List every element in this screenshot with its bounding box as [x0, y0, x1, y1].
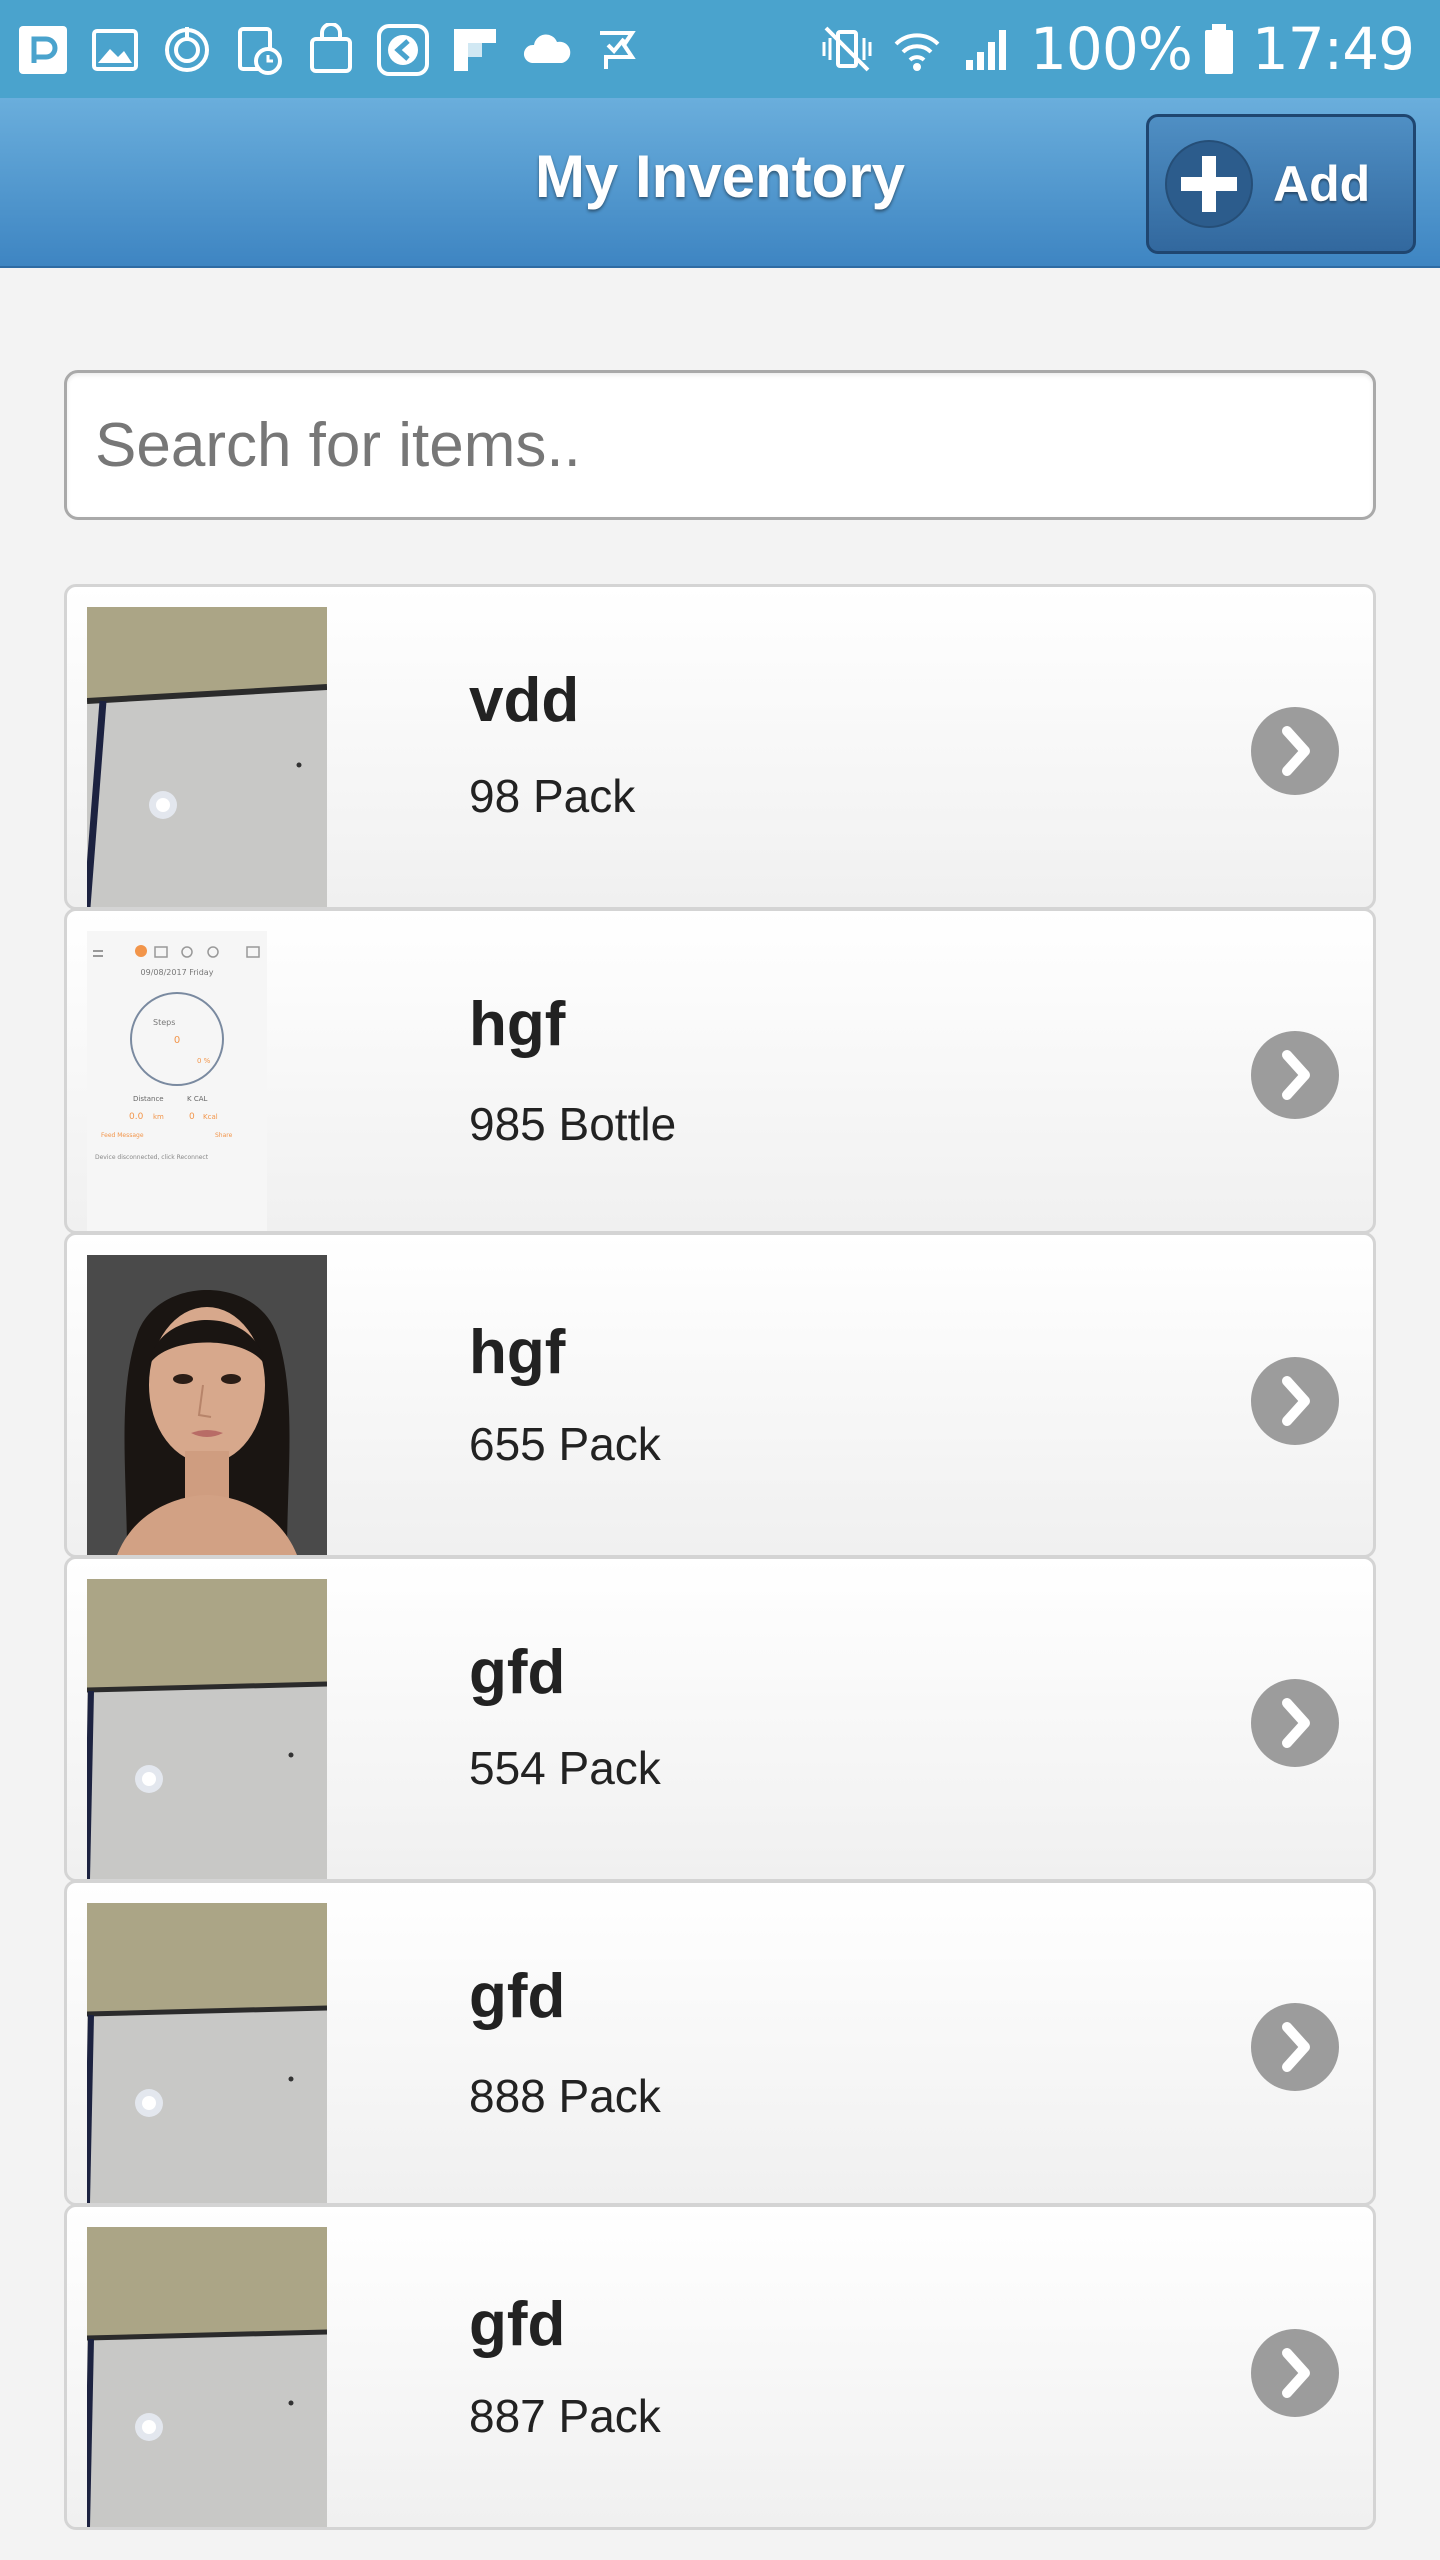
thumb-disconnect-text: Device disconnected, click Reconnect	[95, 1154, 209, 1161]
check-flag-icon	[592, 23, 646, 77]
list-item[interactable]: vdd 98 Pack	[64, 584, 1376, 910]
list-item[interactable]: gfd 554 Pack	[64, 1556, 1376, 1882]
list-item[interactable]: 09/08/2017 Friday Steps 0 0 % Distance K…	[64, 908, 1376, 1234]
item-name: gfd	[469, 1638, 566, 1707]
item-thumbnail: 09/08/2017 Friday Steps 0 0 % Distance K…	[87, 931, 267, 1231]
thumb-kcal-label: K CAL	[187, 1095, 207, 1103]
item-name: hgf	[469, 990, 566, 1059]
chevron-right-icon[interactable]	[1251, 2003, 1339, 2091]
item-quantity: 554 Pack	[469, 1742, 661, 1794]
chevron-right-icon[interactable]	[1251, 2329, 1339, 2417]
notification-icons	[16, 18, 664, 82]
back-arrow-app-icon	[376, 23, 430, 77]
signal-icon	[960, 22, 1014, 76]
p-app-icon	[16, 23, 70, 77]
item-thumbnail	[87, 607, 327, 907]
thumb-percent: 0 %	[197, 1057, 211, 1065]
plus-icon	[1165, 140, 1253, 228]
vibrate-mute-icon	[820, 22, 874, 76]
status-bar: 100% 17:49	[0, 0, 1440, 98]
add-button[interactable]: Add	[1146, 114, 1416, 254]
item-name: vdd	[469, 666, 580, 735]
image-icon	[88, 23, 142, 77]
thumb-date: 09/08/2017 Friday	[141, 968, 214, 977]
shopping-bag-icon	[304, 23, 358, 77]
cloud-icon	[520, 23, 574, 77]
flipboard-icon	[448, 23, 502, 77]
sync-icon	[160, 23, 214, 77]
clock: 17:49	[1251, 15, 1415, 83]
chevron-right-icon[interactable]	[1251, 1031, 1339, 1119]
item-quantity: 98 Pack	[469, 770, 636, 822]
add-button-label: Add	[1273, 156, 1371, 212]
item-quantity: 655 Pack	[469, 1418, 661, 1470]
system-status: 100% 17:49	[820, 14, 1415, 84]
thumb-distance-unit: km	[153, 1113, 164, 1121]
item-thumbnail	[87, 1903, 327, 2203]
battery-percentage: 100%	[1030, 15, 1193, 83]
thumb-steps-label: Steps	[153, 1018, 175, 1027]
item-quantity: 985 Bottle	[469, 1098, 677, 1150]
app-header: My Inventory Add	[0, 98, 1440, 268]
list-item[interactable]: hgf 655 Pack	[64, 1232, 1376, 1558]
list-item[interactable]: gfd 888 Pack	[64, 1880, 1376, 2206]
thumb-steps-value: 0	[174, 1035, 180, 1046]
item-quantity: 887 Pack	[469, 2390, 661, 2442]
calendar-clock-icon	[232, 23, 286, 77]
inventory-list: vdd 98 Pack 09/08/2017 Friday Steps 0 0 …	[64, 584, 1376, 2560]
item-name: gfd	[469, 2290, 566, 2359]
item-thumbnail	[87, 1255, 327, 1555]
item-quantity: 888 Pack	[469, 2070, 661, 2122]
item-name: hgf	[469, 1318, 566, 1387]
thumb-feed-label: Feed Message	[101, 1132, 144, 1139]
item-thumbnail	[87, 2227, 327, 2527]
wifi-icon	[890, 22, 944, 76]
thumb-distance-label: Distance	[133, 1095, 164, 1103]
thumb-kcal-value: 0	[189, 1112, 195, 1122]
list-item[interactable]: gfd 887 Pack	[64, 2204, 1376, 2530]
thumb-kcal-unit: Kcal	[203, 1113, 218, 1121]
search-input[interactable]	[64, 370, 1376, 520]
thumb-share-label: Share	[215, 1132, 233, 1139]
battery-icon	[1202, 22, 1236, 76]
item-name: gfd	[469, 1962, 566, 2031]
item-thumbnail	[87, 1579, 327, 1879]
chevron-right-icon[interactable]	[1251, 707, 1339, 795]
chevron-right-icon[interactable]	[1251, 1679, 1339, 1767]
thumb-distance-value: 0.0	[129, 1112, 144, 1122]
chevron-right-icon[interactable]	[1251, 1357, 1339, 1445]
